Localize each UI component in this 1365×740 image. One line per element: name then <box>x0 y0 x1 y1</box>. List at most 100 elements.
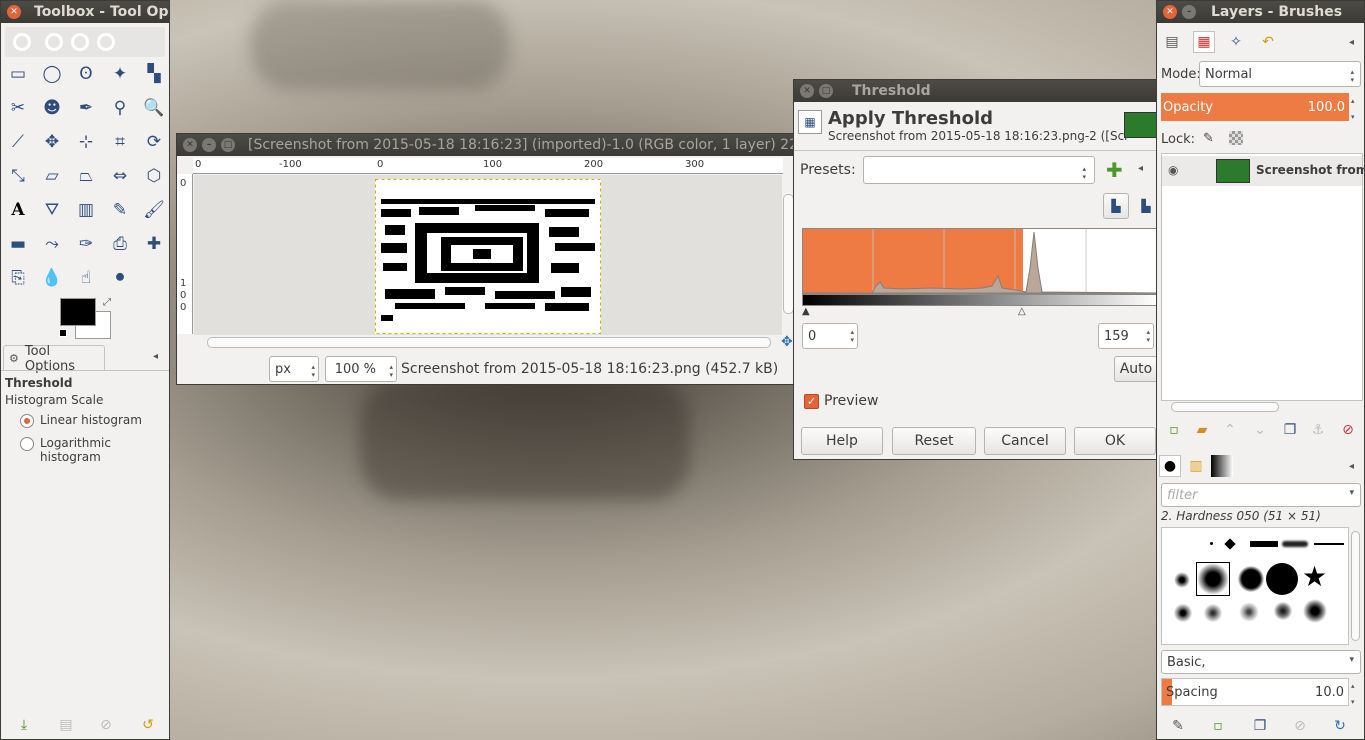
foreground-select-icon[interactable]: ☻ <box>39 95 65 121</box>
fg-bg-colors[interactable]: ⤢ <box>57 297 117 341</box>
close-icon[interactable]: ✕ <box>7 5 21 19</box>
new-layer-icon[interactable]: ▫ <box>1163 419 1185 441</box>
dodge-burn-icon[interactable]: ⚫ <box>107 265 133 291</box>
blur-icon[interactable]: 💧 <box>39 265 65 291</box>
opacity-spinner-arrows-icon[interactable]: ▴ ▾ <box>1351 97 1355 121</box>
brush-item-selected[interactable] <box>1196 562 1230 596</box>
refresh-brushes-icon[interactable]: ↻ <box>1329 715 1351 737</box>
spacing-spinner-arrows-icon[interactable]: ▴ ▾ <box>1351 682 1355 706</box>
dock-titlebar[interactable]: ✕ – Layers - Brushes <box>1157 1 1364 23</box>
brush-item[interactable] <box>1202 602 1224 624</box>
presets-combo[interactable]: ▴ ▾ <box>863 156 1095 184</box>
paintbrush-icon[interactable]: 🖌 <box>141 197 167 223</box>
image-titlebar[interactable]: ✕ – □ [Screenshot from 2015-05-18 18:16:… <box>177 134 795 156</box>
reset-tool-options-icon[interactable]: ↺ <box>137 714 159 736</box>
duplicate-layer-icon[interactable]: ❐ <box>1279 419 1301 441</box>
lock-alpha-icon[interactable] <box>1229 131 1243 145</box>
clone-icon[interactable]: ⎙ <box>107 231 133 257</box>
anchor-layer-icon[interactable]: ⚓ <box>1307 419 1329 441</box>
dock-menu-icon[interactable]: ◂ <box>1349 37 1354 48</box>
color-picker-icon[interactable]: ⚲ <box>107 95 133 121</box>
low-threshold-spinner[interactable]: 0 ▴ ▾ <box>802 323 858 349</box>
cage-icon[interactable]: ⬡ <box>141 163 167 189</box>
channels-tab-icon[interactable]: ▦ <box>1193 31 1215 53</box>
gradients-tab-icon[interactable] <box>1211 455 1233 477</box>
layer-row[interactable]: ◉ Screenshot from 20 <box>1162 156 1364 186</box>
navigate-icon[interactable]: ✥ <box>781 334 793 350</box>
paths-tab-icon[interactable]: ✧ <box>1225 31 1247 53</box>
brush-item[interactable] <box>1266 563 1298 595</box>
threshold-titlebar[interactable]: ✕ □ Threshold <box>794 80 1156 102</box>
bucket-fill-icon[interactable]: ⛛ <box>39 197 65 223</box>
smudge-icon[interactable]: ☝ <box>73 265 99 291</box>
swap-colors-icon[interactable]: ⤢ <box>103 297 111 308</box>
pencil-icon[interactable]: ✎ <box>107 197 133 223</box>
foreground-color-swatch[interactable] <box>60 298 96 326</box>
star-brush-icon[interactable]: ★ <box>1302 560 1327 593</box>
preview-label[interactable]: Preview <box>824 393 879 409</box>
rect-select-icon[interactable]: ▭ <box>5 61 31 87</box>
ok-button[interactable]: OK <box>1074 427 1156 455</box>
close-icon[interactable]: ✕ <box>183 138 197 152</box>
blend-icon[interactable]: ▥ <box>73 197 99 223</box>
reset-button[interactable]: Reset <box>892 427 976 455</box>
perspective-icon[interactable]: ⏢ <box>73 163 99 189</box>
text-icon[interactable]: A <box>5 197 31 223</box>
maximize-icon[interactable]: □ <box>819 84 833 98</box>
brush-item[interactable] <box>1172 602 1194 624</box>
tab-menu-icon[interactable]: ◂ <box>153 351 158 362</box>
linear-histogram-button[interactable]: ▙ <box>1103 193 1129 219</box>
linear-histogram-label[interactable]: Linear histogram <box>40 413 142 427</box>
high-threshold-handle[interactable]: △ <box>1018 306 1026 317</box>
free-select-icon[interactable]: ʘ <box>73 61 99 87</box>
logarithmic-histogram-radio[interactable] <box>20 437 34 451</box>
brush-item[interactable] <box>1174 572 1190 588</box>
brush-item[interactable] <box>1272 600 1294 622</box>
brush-item[interactable] <box>1282 541 1308 547</box>
image-canvas[interactable] <box>375 179 601 334</box>
help-button[interactable]: Help <box>801 427 883 455</box>
toolbox-titlebar[interactable]: ✕ Toolbox - Tool Op <box>1 1 169 23</box>
brushes-tab-icon[interactable]: ● <box>1159 455 1181 477</box>
minimize-icon[interactable]: – <box>202 138 216 152</box>
unit-select[interactable]: px ▴ ▾ <box>269 356 319 382</box>
add-preset-icon[interactable]: ✚ <box>1106 158 1123 182</box>
mode-combo[interactable]: Normal ▴ ▾ <box>1199 61 1361 87</box>
brush-item[interactable] <box>1224 538 1236 550</box>
auto-button[interactable]: Auto <box>1114 356 1156 382</box>
edit-brush-icon[interactable]: ✎ <box>1167 715 1189 737</box>
logarithmic-histogram-label[interactable]: Logarithmic histogram <box>40 436 169 464</box>
tab-tool-options[interactable]: ⚙ Tool Options <box>3 344 105 374</box>
ink-icon[interactable]: ✑ <box>73 231 99 257</box>
crop-icon[interactable]: ⌗ <box>107 129 133 155</box>
cancel-button[interactable]: Cancel <box>984 427 1066 455</box>
ellipse-select-icon[interactable]: ◯ <box>39 61 65 87</box>
layers-tab-icon[interactable]: ▤ <box>1161 31 1183 53</box>
horizontal-scrollbar[interactable] <box>207 337 771 348</box>
brush-item[interactable] <box>1302 598 1328 624</box>
brush-item[interactable] <box>1314 543 1344 545</box>
minimize-icon[interactable]: – <box>1182 5 1196 19</box>
high-threshold-spinner[interactable]: 159 ▴ ▾ <box>1098 323 1154 349</box>
delete-brush-icon[interactable]: ⊘ <box>1289 715 1311 737</box>
spacing-slider[interactable]: Spacing 10.0 <box>1161 678 1349 706</box>
duplicate-brush-icon[interactable]: ❐ <box>1249 715 1271 737</box>
brushes-filter-input[interactable]: filter ▾ <box>1161 483 1361 507</box>
layers-list[interactable]: ◉ Screenshot from 20 <box>1161 153 1364 401</box>
scale-icon[interactable]: ⤡ <box>5 163 31 189</box>
close-icon[interactable]: ✕ <box>800 84 814 98</box>
delete-layer-icon[interactable]: ⊘ <box>1337 419 1359 441</box>
default-colors-icon[interactable] <box>59 329 67 337</box>
measure-icon[interactable]: ⟋ <box>5 129 31 155</box>
brushes-vscrollbar[interactable] <box>1351 531 1360 641</box>
paths-icon[interactable]: ✒ <box>73 95 99 121</box>
perspective-clone-icon[interactable]: ⎘ <box>5 265 31 291</box>
shear-icon[interactable]: ▱ <box>39 163 65 189</box>
horizontal-ruler[interactable]: 0 -100 0 100 200 300 <box>193 158 783 174</box>
new-brush-icon[interactable]: ▫ <box>1207 715 1229 737</box>
log-histogram-button[interactable]: ▙ <box>1134 193 1156 219</box>
brush-item[interactable] <box>1238 600 1260 624</box>
maximize-icon[interactable]: □ <box>221 138 235 152</box>
restore-tool-preset-icon[interactable]: ▤ <box>55 714 77 736</box>
presets-menu-icon[interactable]: ◂ <box>1138 163 1143 174</box>
